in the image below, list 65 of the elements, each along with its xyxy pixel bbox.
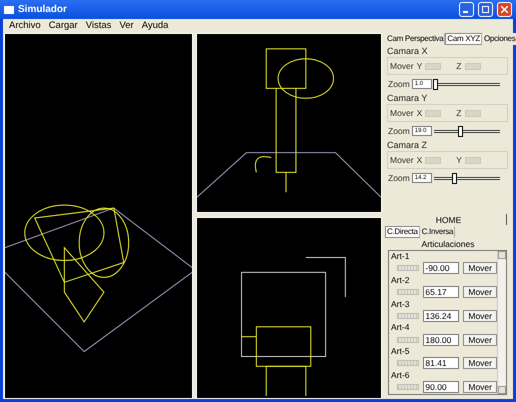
joint-value-field[interactable]: 180.00 <box>423 334 460 346</box>
tab[interactable]: Opciones <box>482 33 516 45</box>
vertical-scrollbar[interactable] <box>497 251 506 394</box>
axis-label: X <box>416 155 422 165</box>
joint-slider[interactable] <box>397 288 420 295</box>
panel-title: Articulaciones <box>420 239 476 249</box>
3d-viewport[interactable] <box>196 217 382 399</box>
joint-value-field[interactable]: 65.17 <box>423 286 460 298</box>
joint-label: Art-4 <box>391 322 410 333</box>
move-label: Mover <box>390 61 414 71</box>
move-button[interactable]: Mover <box>463 310 497 322</box>
axis-label: Y <box>456 155 462 165</box>
axis-label: Z <box>456 61 462 71</box>
menu-item[interactable]: Archivo <box>6 20 44 30</box>
3d-viewport[interactable] <box>4 33 193 399</box>
3d-viewport[interactable] <box>196 33 382 213</box>
move-label: Mover <box>390 155 414 165</box>
slider-thumb[interactable] <box>452 172 457 184</box>
slider-thumb[interactable] <box>458 126 464 136</box>
joint-label: Art-6 <box>391 370 410 381</box>
move-button[interactable]: Mover <box>463 286 497 298</box>
joint-value-field[interactable]: 90.00 <box>423 381 460 394</box>
tab[interactable]: Cam Perspectiva <box>385 33 446 45</box>
menu-item[interactable]: Ver <box>116 20 137 30</box>
move-button[interactable]: Mover <box>463 357 497 370</box>
joint-label: Art-3 <box>391 298 410 310</box>
axis-label: X <box>416 108 422 118</box>
move-button[interactable]: Mover <box>463 262 497 274</box>
slider-thumb[interactable] <box>433 78 438 90</box>
app-icon <box>4 6 14 14</box>
close-button[interactable] <box>497 2 512 17</box>
joint-value-field[interactable]: -90.00 <box>423 262 460 274</box>
window-title: Simulador <box>18 4 68 15</box>
move-label: Mover <box>390 108 414 118</box>
joint-slider[interactable] <box>397 265 420 272</box>
move-button[interactable]: Mover <box>463 334 497 346</box>
menu-item[interactable]: Cargar <box>46 20 81 30</box>
robot-wireframe-drawing <box>241 326 312 396</box>
joint-label: Art-2 <box>391 274 410 286</box>
close-icon <box>501 6 508 13</box>
minimize-button[interactable] <box>459 2 474 17</box>
tab[interactable]: Cam XYZ <box>445 33 482 45</box>
joint-label: Art-1 <box>391 251 410 262</box>
tab[interactable]: C.Directa <box>385 226 420 238</box>
move-button[interactable]: Mover <box>463 381 497 394</box>
axis-label: Z <box>456 108 462 118</box>
menu-item[interactable]: Ayuda <box>138 20 172 30</box>
section-title: Camara Y <box>386 93 428 103</box>
joint-value-field[interactable]: 136.24 <box>423 310 460 322</box>
section-title: Camara X <box>386 46 429 56</box>
maximize-button[interactable] <box>478 2 493 17</box>
section-title: Camara Z <box>386 140 428 150</box>
zoom-label: Zoom <box>388 173 410 183</box>
axis-label: Y <box>416 61 422 71</box>
zoom-label: Zoom <box>388 79 410 89</box>
joint-value-field[interactable]: 81.41 <box>423 357 460 370</box>
zoom-label: Zoom <box>388 126 410 136</box>
joint-slider[interactable] <box>397 312 420 319</box>
joint-slider[interactable] <box>397 360 420 366</box>
joint-label: Art-5 <box>391 346 410 357</box>
maximize-icon <box>482 6 489 13</box>
joint-slider[interactable] <box>397 384 420 390</box>
tab[interactable]: C.Inversa <box>420 226 456 238</box>
joint-slider[interactable] <box>397 336 420 343</box>
menu-item[interactable]: Vistas <box>82 20 114 30</box>
